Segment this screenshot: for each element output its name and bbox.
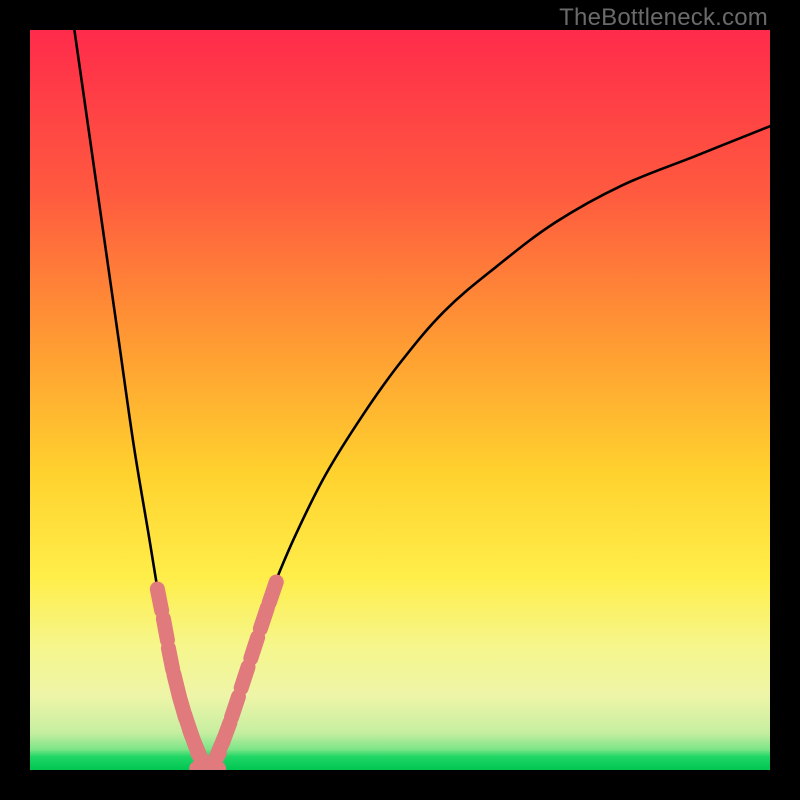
plot-area bbox=[30, 30, 770, 770]
marker-dot bbox=[241, 667, 248, 688]
left-curve bbox=[74, 30, 207, 770]
watermark-text: TheBottleneck.com bbox=[559, 4, 768, 32]
chart-frame: TheBottleneck.com bbox=[0, 0, 800, 800]
marker-dot bbox=[168, 648, 172, 670]
highlight-dots bbox=[157, 582, 276, 770]
marker-dot bbox=[260, 608, 267, 629]
marker-dot bbox=[157, 589, 161, 611]
marker-dot bbox=[232, 697, 239, 718]
marker-dot bbox=[163, 619, 167, 641]
right-curve bbox=[208, 126, 770, 770]
marker-dot bbox=[269, 582, 276, 603]
chart-svg bbox=[30, 30, 770, 770]
marker-dot bbox=[251, 637, 258, 658]
marker-dot bbox=[222, 723, 230, 744]
